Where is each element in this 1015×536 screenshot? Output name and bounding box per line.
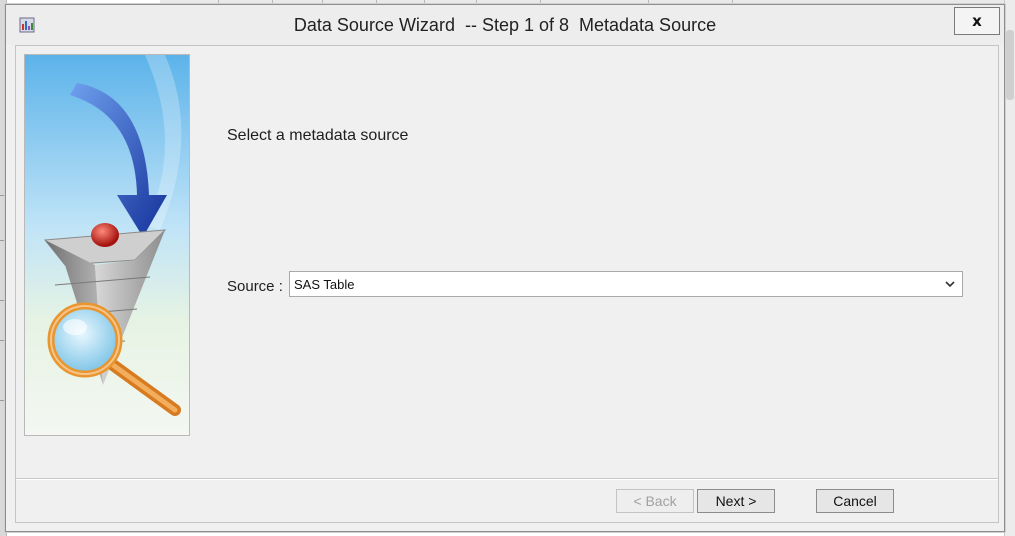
source-selected-value: SAS Table	[294, 277, 355, 292]
source-label: Source :	[227, 278, 283, 295]
next-button[interactable]: Next >	[697, 489, 775, 513]
back-button[interactable]: < Back	[616, 489, 694, 513]
wizard-content: Select a metadata source Source : SAS Ta…	[15, 45, 999, 523]
dialog-titlebar[interactable]: Data Source Wizard -- Step 1 of 8 Metada…	[6, 5, 1004, 45]
background-scrollbar[interactable]	[1006, 30, 1014, 100]
cancel-button-label: Cancel	[833, 493, 877, 509]
funnel-magnifier-illustration	[24, 54, 190, 436]
close-button[interactable]: x	[954, 7, 1000, 35]
cancel-button[interactable]: Cancel	[816, 489, 894, 513]
footer-divider	[16, 478, 998, 480]
data-source-wizard-dialog: Data Source Wizard -- Step 1 of 8 Metada…	[5, 4, 1005, 532]
page-heading: Select a metadata source	[227, 127, 409, 144]
chevron-down-icon[interactable]	[944, 278, 956, 290]
next-button-label: Next >	[715, 493, 757, 509]
back-button-label: < Back	[633, 493, 677, 509]
source-dropdown[interactable]: SAS Table	[289, 271, 963, 297]
dialog-title: Data Source Wizard -- Step 1 of 8 Metada…	[293, 15, 717, 35]
close-icon: x	[972, 12, 982, 30]
